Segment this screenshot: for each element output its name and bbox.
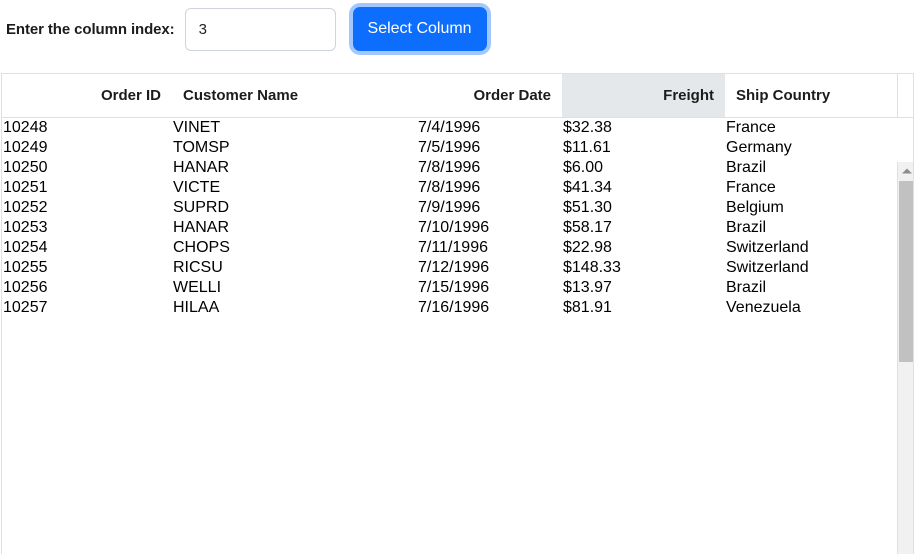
cell-customer[interactable]: RICSU [172, 258, 417, 278]
cell-ship_country[interactable]: Brazil [725, 218, 897, 238]
cell-freight[interactable]: $51.30 [562, 198, 725, 218]
cell-ship_country[interactable]: Venezuela [725, 298, 897, 318]
column-header-ship_country[interactable]: Ship Country [725, 74, 897, 117]
cell-freight[interactable]: $11.61 [562, 138, 725, 158]
cell-order_date[interactable]: 7/15/1996 [417, 278, 562, 298]
cell-order_date[interactable]: 7/8/1996 [417, 158, 562, 178]
grid-header: Order ID Customer Name Order Date Freight Sh… [2, 74, 913, 118]
column-index-input[interactable] [184, 7, 336, 51]
scrollbar-thumb[interactable] [899, 181, 913, 362]
cell-customer[interactable]: VINET [172, 118, 417, 138]
cell-order_id[interactable]: 10250 [2, 158, 172, 178]
cell-customer[interactable]: CHOPS [172, 238, 417, 258]
cell-ship_country[interactable]: Brazil [725, 158, 897, 178]
table-row[interactable]: 10248 VINET 7/4/1996 $32.38 France [2, 118, 897, 138]
cell-freight[interactable]: $41.34 [562, 178, 725, 198]
select-column-button[interactable]: Select Column [352, 7, 487, 51]
triangle-up-icon [901, 168, 912, 173]
cell-ship_country[interactable]: France [725, 178, 897, 198]
cell-customer[interactable]: TOMSP [172, 138, 417, 158]
cell-customer[interactable]: HANAR [172, 158, 417, 178]
cell-order_date[interactable]: 7/10/1996 [417, 218, 562, 238]
cell-order_id[interactable]: 10256 [2, 278, 172, 298]
cell-customer[interactable]: HANAR [172, 218, 417, 238]
table-row[interactable]: 10255 RICSU 7/12/1996 $148.33 Switzerland [2, 258, 897, 278]
cell-order_date[interactable]: 7/9/1996 [417, 198, 562, 218]
table-row[interactable]: 10249 TOMSP 7/5/1996 $11.61 Germany [2, 138, 897, 158]
cell-order_id[interactable]: 10257 [2, 298, 172, 318]
cell-freight[interactable]: $148.33 [562, 258, 725, 278]
table-row[interactable]: 10254 CHOPS 7/11/1996 $22.98 Switzerland [2, 238, 897, 258]
grid-header-row: Order ID Customer Name Order Date Freight Sh… [2, 74, 897, 117]
grid-body: 10248 VINET 7/4/1996 $32.38 France 10249 TOMSP… [2, 118, 913, 554]
orders-data-grid: Order ID Customer Name Order Date Freight Sh… [1, 73, 914, 554]
cell-order_id[interactable]: 10255 [2, 258, 172, 278]
table-row[interactable]: 10256 WELLI 7/15/1996 $13.97 Brazil [2, 278, 897, 298]
table-row[interactable]: 10251 VICTE 7/8/1996 $41.34 France [2, 178, 897, 198]
scrollbar-up-arrow-button[interactable] [898, 162, 913, 179]
cell-order_id[interactable]: 10249 [2, 138, 172, 158]
table-row[interactable]: 10257 HILAA 7/16/1996 $81.91 Venezuela [2, 298, 897, 318]
cell-ship_country[interactable]: Switzerland [725, 258, 897, 278]
cell-ship_country[interactable]: Belgium [725, 198, 897, 218]
column-header-order_id[interactable]: Order ID [2, 74, 172, 117]
cell-customer[interactable]: HILAA [172, 298, 417, 318]
table-row[interactable]: 10250 HANAR 7/8/1996 $6.00 Brazil [2, 158, 897, 178]
cell-order_date[interactable]: 7/5/1996 [417, 138, 562, 158]
cell-order_id[interactable]: 10251 [2, 178, 172, 198]
cell-order_id[interactable]: 10248 [2, 118, 172, 138]
cell-order_date[interactable]: 7/12/1996 [417, 258, 562, 278]
header-scrollbar-spacer [897, 74, 913, 117]
cell-order_date[interactable]: 7/16/1996 [417, 298, 562, 318]
cell-order_date[interactable]: 7/4/1996 [417, 118, 562, 138]
cell-ship_country[interactable]: Switzerland [725, 238, 897, 258]
cell-order_date[interactable]: 7/11/1996 [417, 238, 562, 258]
column-select-toolbar: Enter the column index: Select Column [0, 0, 915, 58]
cell-freight[interactable]: $81.91 [562, 298, 725, 318]
cell-order_id[interactable]: 10254 [2, 238, 172, 258]
cell-freight[interactable]: $13.97 [562, 278, 725, 298]
cell-freight[interactable]: $32.38 [562, 118, 725, 138]
cell-freight[interactable]: $6.00 [562, 158, 725, 178]
cell-ship_country[interactable]: Brazil [725, 278, 897, 298]
cell-customer[interactable]: SUPRD [172, 198, 417, 218]
column-header-customer[interactable]: Customer Name [172, 74, 417, 117]
grid-header-table: Order ID Customer Name Order Date Freight Sh… [2, 74, 897, 117]
cell-ship_country[interactable]: Germany [725, 138, 897, 158]
cell-order_date[interactable]: 7/8/1996 [417, 178, 562, 198]
column-index-label: Enter the column index: [6, 20, 175, 38]
cell-customer[interactable]: VICTE [172, 178, 417, 198]
column-header-order_date[interactable]: Order Date [417, 74, 562, 117]
column-header-freight[interactable]: Freight [562, 74, 725, 117]
table-row[interactable]: 10252 SUPRD 7/9/1996 $51.30 Belgium [2, 198, 897, 218]
table-row[interactable]: 10253 HANAR 7/10/1996 $58.17 Brazil [2, 218, 897, 238]
cell-order_id[interactable]: 10252 [2, 198, 172, 218]
grid-vertical-scrollbar[interactable] [897, 162, 913, 554]
grid-body-table: 10248 VINET 7/4/1996 $32.38 France 10249 TOMSP… [2, 118, 897, 318]
cell-order_id[interactable]: 10253 [2, 218, 172, 238]
cell-freight[interactable]: $22.98 [562, 238, 725, 258]
cell-ship_country[interactable]: France [725, 118, 897, 138]
cell-freight[interactable]: $58.17 [562, 218, 725, 238]
cell-customer[interactable]: WELLI [172, 278, 417, 298]
